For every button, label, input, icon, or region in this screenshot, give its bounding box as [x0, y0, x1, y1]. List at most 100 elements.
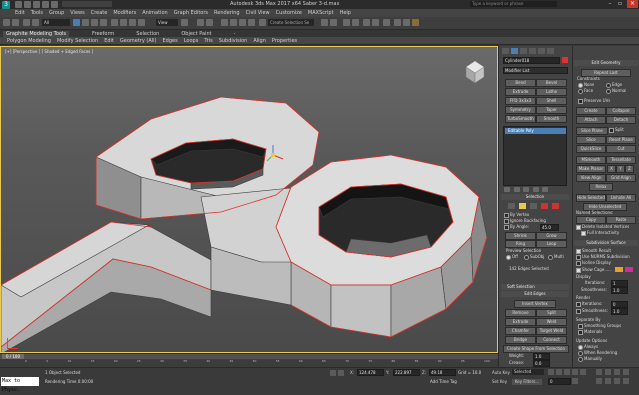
edit-edges-rollout-header[interactable]: Edit Edges — [501, 291, 569, 297]
object-name-field[interactable]: Cylinder018 — [503, 57, 560, 64]
ribbon-edit[interactable]: Edit — [101, 38, 117, 44]
render-iterations-checkbox[interactable]: Iterations: — [576, 301, 602, 307]
zoom-icon[interactable] — [596, 369, 602, 375]
mod-smooth-button[interactable]: Smooth — [536, 115, 567, 123]
hide-selected-button[interactable]: Hide Selected — [576, 194, 606, 202]
planar-y-button[interactable]: Y — [616, 165, 625, 173]
goto-start-icon[interactable] — [548, 369, 554, 375]
cage-color-1-swatch[interactable] — [615, 267, 623, 272]
quick-open-icon[interactable] — [24, 1, 31, 8]
display-iterations-field[interactable]: 1 — [611, 280, 628, 287]
copy-button[interactable]: Copy — [576, 216, 606, 224]
create-shape-button[interactable]: Create Shape From Selection — [503, 345, 569, 353]
menu-edit[interactable]: Edit — [12, 10, 28, 16]
add-time-tag-button[interactable]: Add Time Tag — [430, 379, 457, 384]
planar-z-button[interactable]: Z — [625, 165, 634, 173]
weld-button[interactable]: Weld — [536, 318, 567, 326]
menu-graph-editors[interactable]: Graph Editors — [171, 10, 211, 16]
quickslice-button[interactable]: QuickSlice — [576, 145, 606, 153]
link-icon[interactable] — [23, 19, 30, 26]
update-manually-radio[interactable]: Manually — [578, 356, 602, 362]
cut-button[interactable]: Cut — [606, 145, 636, 153]
keyboard-shortcut-icon[interactable] — [206, 19, 213, 26]
maximize-icon[interactable]: ▫ — [615, 0, 625, 8]
attach-button[interactable]: Attach — [576, 116, 606, 124]
preview-subobj-radio[interactable]: SubObj — [524, 254, 544, 260]
ribbon-tab-more[interactable]: - — [231, 31, 239, 37]
scale-icon[interactable] — [129, 19, 136, 26]
place-icon[interactable] — [138, 19, 145, 26]
motion-tab-icon[interactable] — [529, 48, 536, 54]
slice-button[interactable]: Slice — [576, 136, 606, 144]
selection-filter-dropdown[interactable]: All — [42, 19, 70, 26]
selected-dropdown[interactable]: Selected — [512, 369, 544, 375]
delete-isolated-checkbox[interactable]: Delete Isolated Vertices — [576, 224, 629, 230]
ribbon-tris[interactable]: Tris — [201, 38, 215, 44]
key-filters-button[interactable]: Key Filters... — [512, 379, 542, 385]
goto-end-icon[interactable] — [580, 369, 586, 375]
undo-icon[interactable] — [42, 1, 49, 8]
pan-icon[interactable] — [605, 378, 611, 384]
menu-civil-view[interactable]: Civil View — [243, 10, 273, 16]
constraint-none-radio[interactable]: None — [578, 82, 594, 88]
menu-help[interactable]: Help — [337, 10, 354, 16]
display-tab-icon[interactable] — [538, 48, 545, 54]
menu-animation[interactable]: Animation — [139, 10, 171, 16]
update-always-radio[interactable]: Always — [578, 344, 598, 350]
vertex-mode-icon[interactable] — [508, 203, 515, 209]
orbit-icon[interactable] — [614, 378, 620, 384]
render-production-icon[interactable] — [412, 19, 419, 26]
show-end-result-icon[interactable] — [513, 187, 520, 192]
pin-stack-icon[interactable] — [504, 187, 510, 192]
make-planar-button[interactable]: Make Planar — [576, 165, 606, 173]
align-icon[interactable] — [330, 19, 337, 26]
insert-vertex-button[interactable]: Insert Vertex — [514, 300, 556, 308]
ribbon-polygon-modeling[interactable]: Polygon Modeling — [4, 38, 54, 44]
ribbon-tab-graphite[interactable]: Graphite Modeling Tools — [3, 30, 70, 37]
constraint-edge-radio[interactable]: Edge — [606, 82, 622, 88]
menu-group[interactable]: Group — [46, 10, 67, 16]
subdivision-surface-header[interactable]: Subdivision Surface — [574, 240, 638, 246]
utilities-tab-icon[interactable] — [547, 48, 554, 54]
ribbon-subdivision[interactable]: Subdivision — [216, 38, 251, 44]
create-button[interactable]: Create — [576, 107, 606, 115]
smooth-result-checkbox[interactable]: Smooth Result — [576, 248, 611, 254]
edge-mode-icon[interactable] — [519, 203, 526, 209]
by-vertex-checkbox[interactable]: By Vertex — [504, 212, 529, 218]
cage-color-2-swatch[interactable] — [625, 267, 633, 272]
menu-maxscript[interactable]: MAXScript — [305, 10, 337, 16]
menu-tools[interactable]: Tools — [28, 10, 46, 16]
loop-button[interactable]: Loop — [536, 240, 567, 248]
maxscript-listener[interactable]: Max to Physc. — [1, 377, 39, 393]
polygon-mode-icon[interactable] — [541, 203, 548, 209]
relax-button[interactable]: Relax — [589, 183, 613, 191]
play-icon[interactable] — [564, 369, 570, 375]
msmooth-button[interactable]: MSmooth — [576, 156, 606, 164]
selection-rollout-header[interactable]: Selection — [501, 194, 569, 200]
render-smoothness-checkbox[interactable]: Smoothness: — [576, 308, 608, 314]
border-mode-icon[interactable] — [530, 203, 537, 209]
target-weld-button[interactable]: Target Weld — [536, 327, 567, 335]
ribbon-tab-object-paint[interactable]: Object Paint — [178, 31, 214, 37]
maximize-viewport-icon[interactable] — [623, 378, 629, 384]
mod-shell-button[interactable]: Shell — [536, 97, 567, 105]
close-icon[interactable]: × — [627, 0, 638, 8]
lock-selection-icon[interactable] — [338, 370, 344, 376]
schematic-view-icon[interactable] — [372, 19, 379, 26]
hierarchy-tab-icon[interactable] — [520, 48, 527, 54]
mod-ffd-button[interactable]: FFD 3x3x3 — [505, 97, 536, 105]
app-logo-icon[interactable]: 3 — [2, 1, 10, 9]
ribbon-loops[interactable]: Loops — [181, 38, 202, 44]
field-of-view-icon[interactable] — [596, 378, 602, 384]
update-when-rendering-radio[interactable]: When Rendering — [578, 350, 617, 356]
by-angle-checkbox[interactable]: By Angle: — [504, 224, 529, 230]
shrink-button[interactable]: Shrink — [505, 232, 536, 240]
split-edge-button[interactable]: Split — [536, 309, 567, 317]
mod-bend-button[interactable]: Bend — [505, 79, 536, 87]
preview-off-radio[interactable]: Off — [506, 254, 518, 260]
modifier-list-dropdown[interactable]: Modifier List — [503, 67, 568, 74]
isolate-selection-icon[interactable] — [330, 370, 336, 376]
mod-extrude-button[interactable]: Extrude — [505, 88, 536, 96]
menu-rendering[interactable]: Rendering — [211, 10, 243, 16]
minimize-icon[interactable]: – — [605, 0, 615, 8]
